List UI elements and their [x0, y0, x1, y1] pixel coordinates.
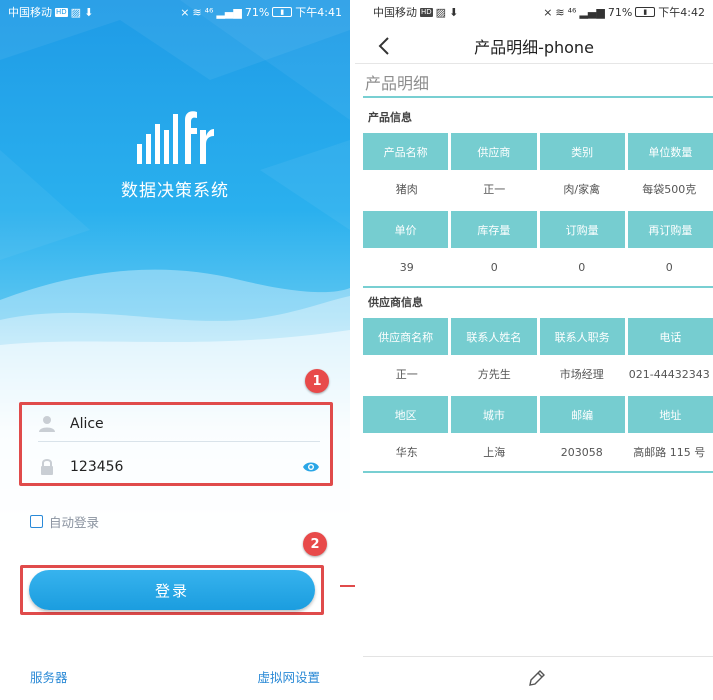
table-header-row: 供应商名称 联系人姓名 联系人职务 电话 — [363, 318, 713, 355]
table-header-cell: 订购量 — [539, 211, 625, 248]
password-field[interactable]: 123456 — [38, 451, 320, 483]
username-value[interactable]: Alice — [70, 416, 104, 432]
screenshot-stage: 中国移动 HD ▨ ⬇ ⨯ ≋ ⁴⁶ ▂▄▆ 71% ▮ 下午4:41 数据决策… — [0, 0, 713, 700]
page-title: 产品明细-phone — [474, 37, 594, 57]
table-header-row: 产品名称 供应商 类别 单位数量 — [363, 133, 713, 170]
download-icon: ⬇ — [84, 5, 94, 19]
bottom-toolbar-divider — [363, 656, 713, 657]
table-header-cell: 电话 — [627, 318, 713, 355]
mute-icon: ⨯ — [543, 5, 553, 19]
carrier-label: 中国移动 — [8, 6, 52, 19]
table-cell: 39 — [399, 260, 414, 274]
app-logo-icon — [137, 111, 214, 164]
table-cell: 方先生 — [477, 368, 511, 381]
signal-label: ⁴⁶ — [567, 5, 577, 19]
mute-icon: ⨯ — [180, 5, 190, 19]
login-form-highlight: Alice 123456 — [19, 402, 333, 486]
table-cell: 每袋500克 — [642, 183, 697, 196]
table-cell: 市场经理 — [559, 368, 604, 381]
table-row: 华东 上海 203058 高邮路 115 号 — [363, 433, 713, 471]
image-icon: ▨ — [70, 5, 82, 19]
clock: 下午4:41 — [295, 6, 342, 19]
hd-badge: HD — [420, 7, 433, 17]
wifi-icon: ≋ — [555, 5, 565, 19]
battery-icon: ▮ — [272, 7, 293, 17]
app-title: 数据决策系统 — [121, 181, 229, 201]
table-cell: 0 — [490, 260, 498, 274]
table-cell: 华东 — [395, 446, 418, 459]
login-button[interactable]: 登录 — [29, 570, 315, 610]
table-cell: 猪肉 — [395, 183, 418, 196]
table-row: 猪肉 正一 肉/家禽 每袋500克 — [363, 170, 713, 208]
table-divider — [363, 286, 713, 288]
status-bar: 中国移动 HD ▨ ⬇ ⨯ ≋ ⁴⁶ ▂▄▆ 71% ▮ 下午4:42 — [355, 0, 713, 24]
auto-login-option[interactable]: 自动登录 — [30, 512, 99, 531]
battery-percent: 71% — [244, 5, 270, 19]
hd-badge: HD — [55, 7, 68, 17]
table-header-cell: 库存量 — [451, 211, 537, 248]
signal-icon: ▂▄▆ — [579, 5, 605, 19]
table-header-cell: 地区 — [363, 396, 449, 433]
login-button-highlight: 登录 — [20, 565, 324, 615]
table-header-cell: 地址 — [627, 396, 713, 433]
section-divider — [363, 96, 713, 98]
table-divider — [363, 471, 713, 473]
table-header-cell: 单位数量 — [627, 133, 713, 170]
signal-label: ⁴⁶ — [204, 5, 214, 19]
table-header-cell: 产品名称 — [363, 133, 449, 170]
image-icon: ▨ — [435, 5, 447, 19]
lock-icon — [41, 459, 53, 475]
table-cell: 上海 — [483, 446, 506, 459]
download-icon: ⬇ — [449, 5, 459, 19]
carrier-label: 中国移动 — [373, 6, 417, 19]
table-header-cell: 城市 — [451, 396, 537, 433]
table-row: 正一 方先生 市场经理 021-44432343 — [363, 355, 713, 393]
table-cell: 正一 — [483, 183, 506, 196]
table-cell: 高邮路 115 号 — [633, 446, 706, 459]
table-cell: 正一 — [395, 368, 418, 381]
battery-percent: 71% — [607, 5, 633, 19]
product-detail-screen: 中国移动 HD ▨ ⬇ ⨯ ≋ ⁴⁶ ▂▄▆ 71% ▮ 下午4:42 产品明细… — [355, 0, 713, 700]
auto-login-checkbox[interactable] — [30, 515, 43, 528]
server-link[interactable]: 服务器 — [30, 667, 68, 686]
step-1-badge: 1 — [305, 369, 329, 393]
user-icon — [39, 415, 55, 432]
nav-bar: 产品明细-phone — [355, 28, 713, 64]
eye-icon[interactable] — [302, 460, 320, 474]
table-header-row: 单价 库存量 订购量 再订购量 — [363, 211, 713, 248]
table-cell: 203058 — [560, 445, 603, 459]
table-cell: 021-44432343 — [628, 367, 710, 381]
table-row: 39 0 0 0 — [363, 248, 713, 286]
table-header-cell: 联系人职务 — [539, 318, 625, 355]
clock: 下午4:42 — [658, 6, 705, 19]
signal-icon: ▂▄▆ — [216, 5, 242, 19]
table-header-cell: 单价 — [363, 211, 449, 248]
table-header-cell: 供应商 — [451, 133, 537, 170]
back-icon[interactable] — [377, 36, 391, 56]
product-info-label: 产品信息 — [368, 111, 412, 124]
supplier-info-label: 供应商信息 — [368, 296, 423, 309]
pencil-icon[interactable] — [527, 668, 547, 688]
login-screen: 中国移动 HD ▨ ⬇ ⨯ ≋ ⁴⁶ ▂▄▆ 71% ▮ 下午4:41 数据决策… — [0, 0, 350, 700]
section-title: 产品明细 — [365, 74, 430, 93]
table-header-cell: 再订购量 — [627, 211, 713, 248]
username-field[interactable]: Alice — [38, 408, 320, 442]
battery-icon: ▮ — [635, 7, 656, 17]
password-value[interactable]: 123456 — [70, 459, 123, 475]
supplier-info-table: 供应商名称 联系人姓名 联系人职务 电话 正一 方先生 市场经理 021-444… — [363, 318, 713, 473]
table-header-cell: 联系人姓名 — [451, 318, 537, 355]
table-header-cell: 邮编 — [539, 396, 625, 433]
product-info-table: 产品名称 供应商 类别 单位数量 猪肉 正一 肉/家禽 每袋500克 单价 库存… — [363, 133, 713, 288]
table-cell: 0 — [578, 260, 586, 274]
step-2-badge: 2 — [303, 532, 327, 556]
vpn-settings-link[interactable]: 虚拟网设置 — [257, 667, 320, 686]
table-cell: 0 — [665, 260, 673, 274]
table-header-row: 地区 城市 邮编 地址 — [363, 396, 713, 433]
table-header-cell: 类别 — [539, 133, 625, 170]
table-header-cell: 供应商名称 — [363, 318, 449, 355]
status-bar: 中国移动 HD ▨ ⬇ ⨯ ≋ ⁴⁶ ▂▄▆ 71% ▮ 下午4:41 — [0, 0, 350, 24]
wifi-icon: ≋ — [192, 5, 202, 19]
table-cell: 肉/家禽 — [563, 183, 601, 196]
auto-login-label: 自动登录 — [49, 515, 100, 530]
